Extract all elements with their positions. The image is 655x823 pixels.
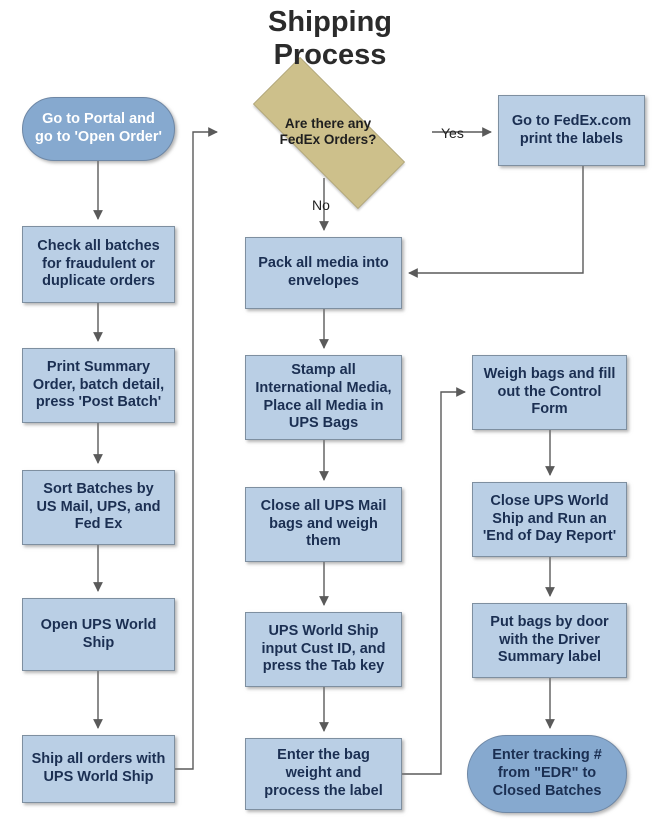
- node-enter-weight[interactable]: Enter the bag weight and process the lab…: [245, 738, 402, 810]
- node-check-batches[interactable]: Check all batches for fraudulent or dupl…: [22, 226, 175, 303]
- node-label-check-batches: Check all batches for fraudulent or dupl…: [37, 237, 160, 290]
- node-close-bags[interactable]: Close all UPS Mail bags and weigh them: [245, 487, 402, 562]
- edge-label-no: No: [312, 197, 330, 213]
- node-label-close-worldship: Close UPS World Ship and Run an 'End of …: [482, 492, 617, 545]
- node-ship-orders[interactable]: Ship all orders with UPS World Ship: [22, 735, 175, 803]
- node-fedex-print[interactable]: Go to FedEx.com print the labels: [498, 95, 645, 166]
- node-label-pack-media: Pack all media into envelopes: [258, 255, 389, 289]
- node-input-cust-id[interactable]: UPS World Ship input Cust ID, and press …: [245, 612, 402, 687]
- node-label-decision-fedex: Are there any FedEx Orders?: [279, 115, 377, 147]
- node-put-bags[interactable]: Put bags by door with the Driver Summary…: [472, 603, 627, 678]
- node-label-input-cust-id: UPS World Ship input Cust ID, and press …: [261, 622, 386, 675]
- node-label-sort-batches: Sort Batches by US Mail, UPS, and Fed Ex: [36, 480, 161, 533]
- node-end[interactable]: Enter tracking # from "EDR" to Closed Ba…: [467, 735, 627, 813]
- node-sort-batches[interactable]: Sort Batches by US Mail, UPS, and Fed Ex: [22, 470, 175, 545]
- node-start[interactable]: Go to Portal and go to 'Open Order': [22, 97, 175, 161]
- page-title: Shipping Process: [267, 6, 393, 72]
- node-print-summary[interactable]: Print Summary Order, batch detail, press…: [22, 348, 175, 423]
- node-close-worldship[interactable]: Close UPS World Ship and Run an 'End of …: [472, 482, 627, 557]
- node-label-end: Enter tracking # from "EDR" to Closed Ba…: [492, 747, 602, 799]
- connector-fedex-to-pack: [408, 166, 584, 278]
- node-stamp-media[interactable]: Stamp all International Media, Place all…: [245, 355, 402, 440]
- node-label-put-bags: Put bags by door with the Driver Summary…: [490, 613, 609, 666]
- edge-label-yes: Yes: [441, 125, 464, 141]
- node-label-fedex-print: Go to FedEx.com print the labels: [511, 112, 632, 147]
- node-open-ups[interactable]: Open UPS World Ship: [22, 598, 175, 671]
- node-label-ship-orders: Ship all orders with UPS World Ship: [31, 751, 166, 785]
- node-label-stamp-media: Stamp all International Media, Place all…: [255, 362, 392, 432]
- node-decision-fedex[interactable]: Are there any FedEx Orders?: [224, 57, 432, 209]
- node-weigh-bags[interactable]: Weigh bags and fill out the Control Form: [472, 355, 627, 430]
- node-label-close-bags: Close all UPS Mail bags and weigh them: [260, 497, 387, 550]
- connector-ship-to-decision: [175, 127, 218, 770]
- node-label-open-ups: Open UPS World Ship: [40, 616, 157, 651]
- connector-enter-to-weigh: [402, 387, 466, 775]
- node-label-print-summary: Print Summary Order, batch detail, press…: [32, 358, 165, 411]
- node-label-start: Go to Portal and go to 'Open Order': [35, 111, 162, 145]
- node-pack-media[interactable]: Pack all media into envelopes: [245, 237, 402, 309]
- node-label-enter-weight: Enter the bag weight and process the lab…: [264, 747, 383, 799]
- node-label-weigh-bags: Weigh bags and fill out the Control Form: [483, 365, 616, 418]
- flowchart-canvas: Shipping Process Go to Portal and go to …: [0, 0, 655, 823]
